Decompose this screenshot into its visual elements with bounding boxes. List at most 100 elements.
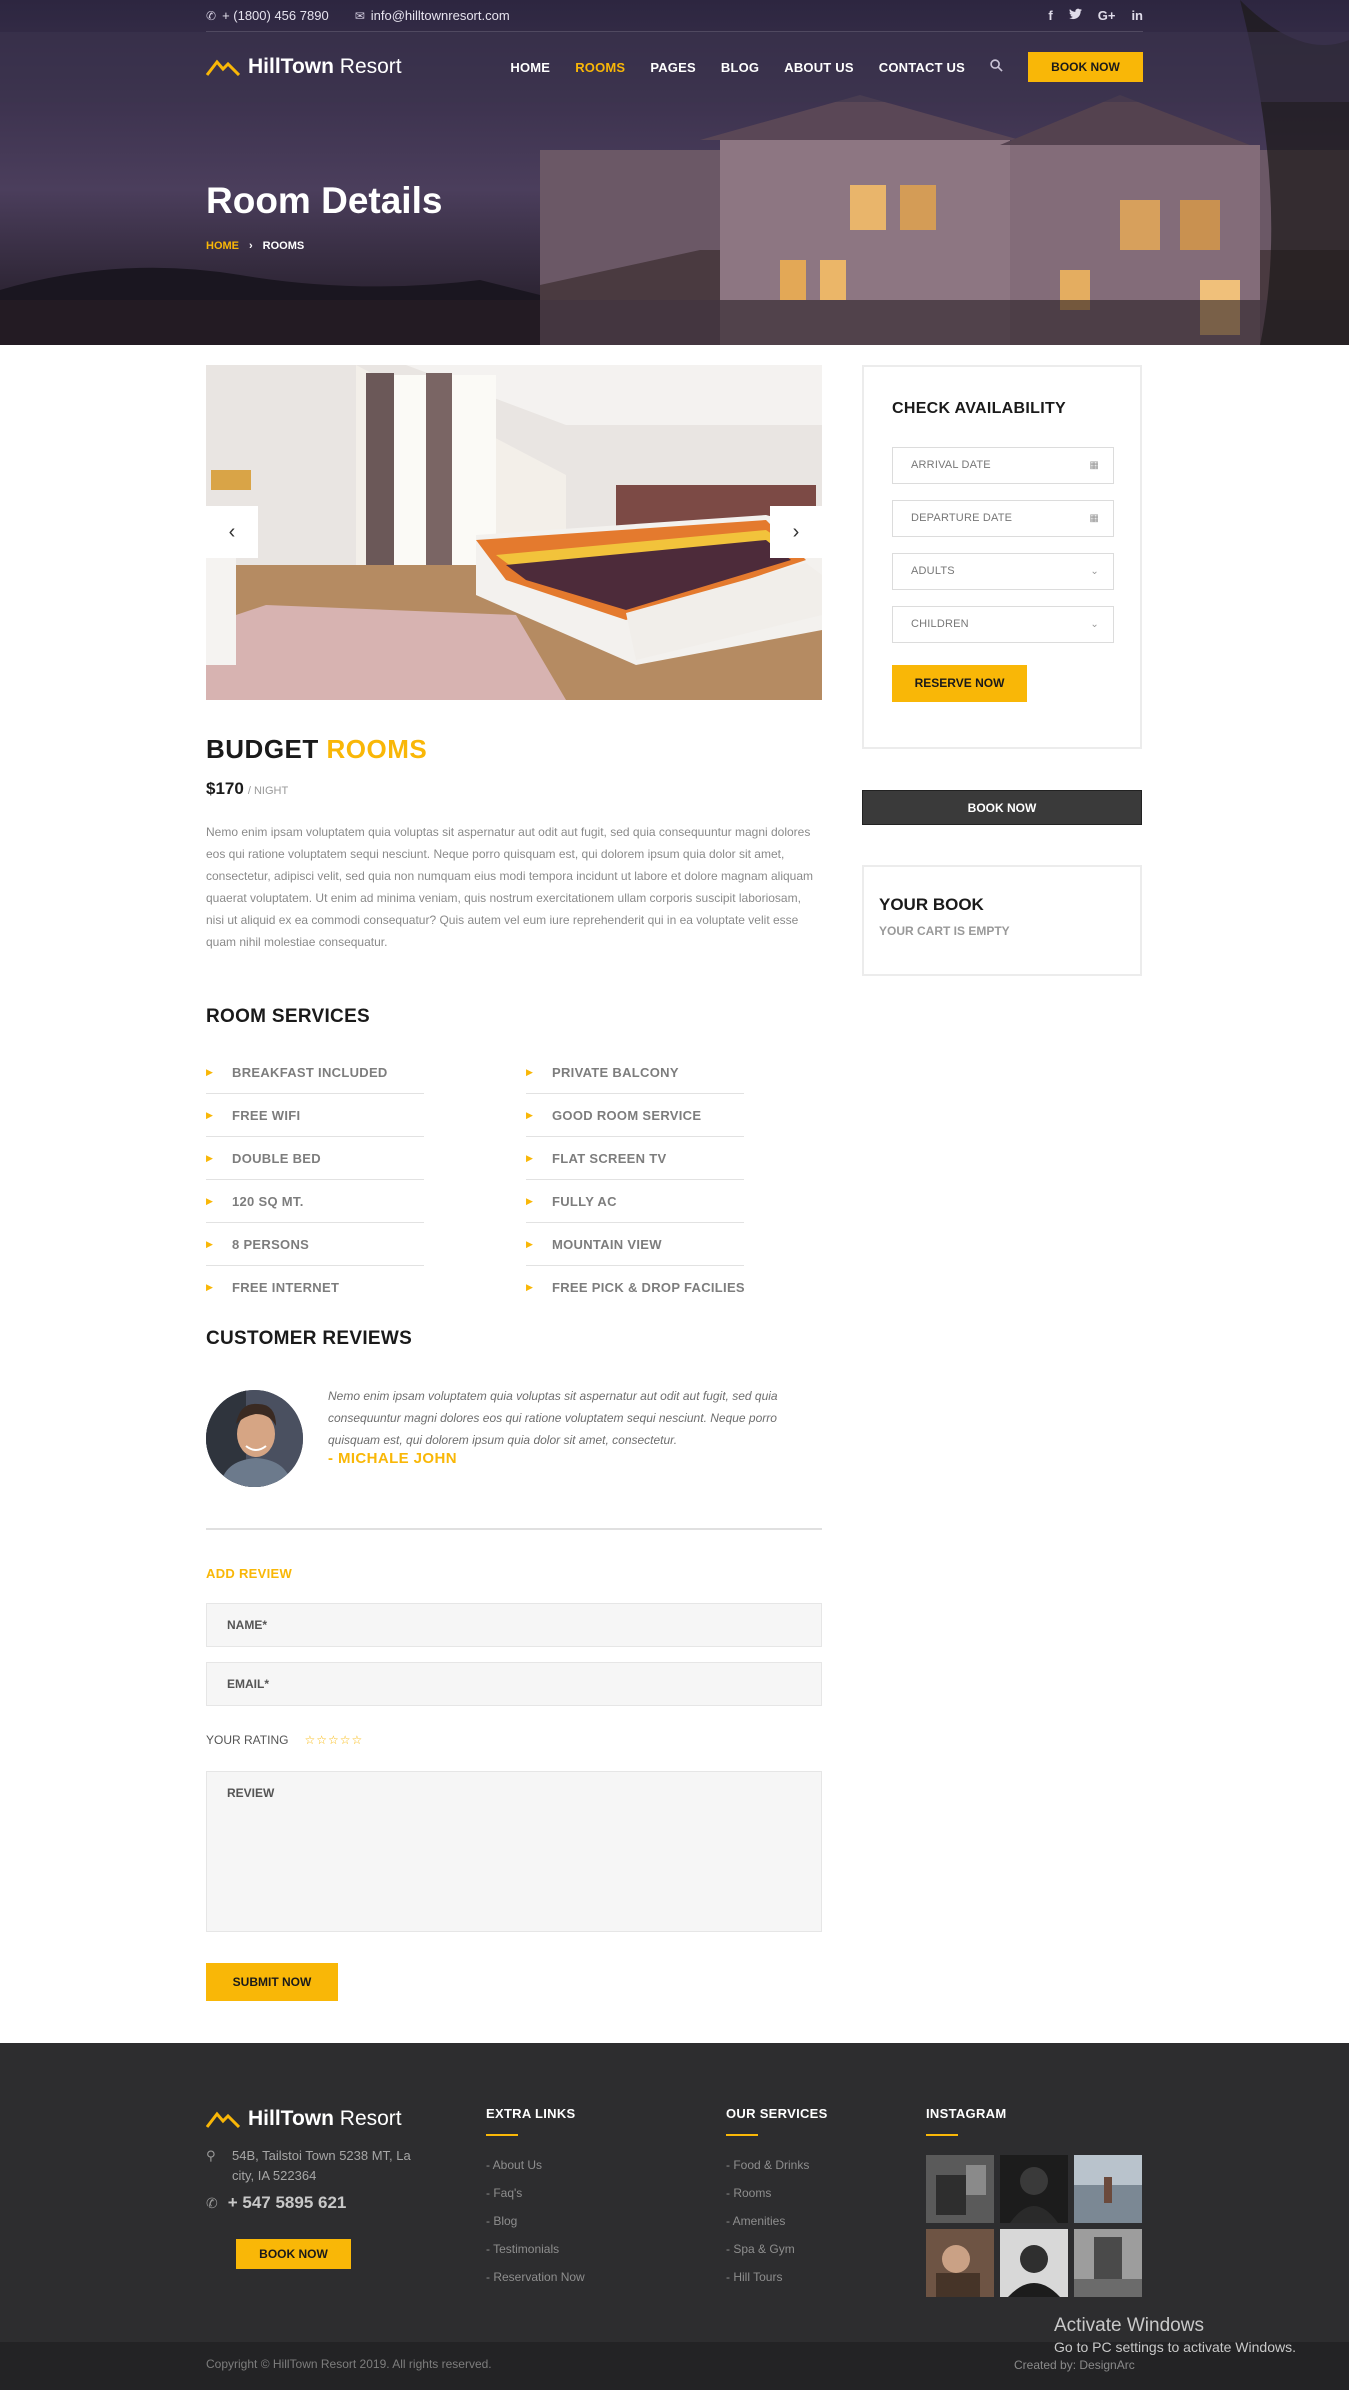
search-icon[interactable] <box>990 59 1003 75</box>
google-plus-icon[interactable]: G+ <box>1098 8 1116 23</box>
nav-item-about-us[interactable]: ABOUT US <box>784 60 854 75</box>
departure-date-field[interactable]: DEPARTURE DATE ▦ <box>892 500 1114 537</box>
service-label: GOOD ROOM SERVICE <box>552 1108 702 1123</box>
footer-link-hill-tours[interactable]: - Hill Tours <box>726 2270 782 2284</box>
review-textarea[interactable]: REVIEW <box>206 1771 822 1932</box>
facebook-icon[interactable]: f <box>1048 8 1052 23</box>
nav-item-home[interactable]: HOME <box>510 60 550 75</box>
instagram-photo[interactable] <box>926 2155 994 2223</box>
footer-link-rooms[interactable]: - Rooms <box>726 2186 771 2200</box>
phone-text: + (1800) 456 7890 <box>222 8 329 23</box>
service-label: FLAT SCREEN TV <box>552 1151 667 1166</box>
star-icon[interactable]: ☆☆☆☆☆ <box>304 1733 363 1747</box>
instagram-photo[interactable] <box>1000 2155 1068 2223</box>
chevron-left-icon: ‹ <box>228 520 236 543</box>
footer-phone-text: + 547 5895 621 <box>227 2193 347 2212</box>
service-item: ▶ FREE WIFI <box>206 1094 424 1137</box>
phone-icon: ✆ <box>206 2195 218 2211</box>
extra-links-title: EXTRA LINKS <box>486 2106 576 2121</box>
room-price: $170/ NIGHT <box>206 779 288 799</box>
caret-right-icon: ▶ <box>526 1067 534 1077</box>
address-text: 54B, Tailstoi Town 5238 MT, La city, IA … <box>232 2148 411 2183</box>
room-image-slider: ‹ › <box>206 365 822 700</box>
footer: HillTown Resort ⚲ 54B, Tailstoi Town 523… <box>0 2043 1349 2342</box>
adults-select[interactable]: ADULTS ⌄ <box>892 553 1114 590</box>
footer-logo[interactable]: HillTown Resort <box>206 2107 402 2131</box>
instagram-photo[interactable] <box>1000 2229 1068 2297</box>
availability-title: CHECK AVAILABILITY <box>892 400 1066 417</box>
logo-text-bold: HillTown <box>248 55 334 78</box>
name-field[interactable]: NAME* <box>206 1603 822 1647</box>
service-item: ▶ FREE INTERNET <box>206 1266 424 1309</box>
nav-item-pages[interactable]: PAGES <box>650 60 696 75</box>
footer-link-reservation[interactable]: - Reservation Now <box>486 2270 585 2284</box>
created-by-text: Created by: DesignArc <box>1014 2358 1135 2372</box>
footer-link-amenities[interactable]: - Amenities <box>726 2214 785 2228</box>
instagram-photo[interactable] <box>926 2229 994 2297</box>
children-select[interactable]: CHILDREN ⌄ <box>892 606 1114 643</box>
footer-logo-bold: HillTown <box>248 2107 334 2130</box>
breadcrumb-separator: › <box>249 240 253 252</box>
arrival-date-field[interactable]: ARRIVAL DATE ▦ <box>892 447 1114 484</box>
footer-book-now-button[interactable]: BOOK NOW <box>236 2239 351 2269</box>
caret-right-icon: ▶ <box>206 1196 214 1206</box>
submit-review-button[interactable]: SUBMIT NOW <box>206 1963 338 2001</box>
service-item: ▶ MOUNTAIN VIEW <box>526 1223 744 1266</box>
nav-item-contact-us[interactable]: CONTACT US <box>879 60 965 75</box>
slider-next-button[interactable]: › <box>770 506 822 558</box>
service-item: ▶ FLAT SCREEN TV <box>526 1137 744 1180</box>
linkedin-icon[interactable]: in <box>1131 8 1143 23</box>
twitter-icon[interactable] <box>1068 8 1082 23</box>
caret-right-icon: ▶ <box>526 1282 534 1292</box>
slider-prev-button[interactable]: ‹ <box>206 506 258 558</box>
email-field[interactable]: EMAIL* <box>206 1662 822 1706</box>
avatar <box>206 1390 303 1487</box>
nav-menu: HOME ROOMS PAGES BLOG ABOUT US CONTACT U… <box>510 52 1143 82</box>
caret-right-icon: ▶ <box>526 1110 534 1120</box>
email-link[interactable]: ✉ info@hilltownresort.com <box>355 8 510 23</box>
service-label: FULLY AC <box>552 1194 617 1209</box>
service-item: ▶ BREAKFAST INCLUDED <box>206 1051 424 1094</box>
chevron-right-icon: › <box>792 520 800 543</box>
instagram-photo[interactable] <box>1074 2155 1142 2223</box>
reserve-now-button[interactable]: RESERVE NOW <box>892 665 1027 702</box>
site-logo[interactable]: HillTown Resort <box>206 55 402 79</box>
children-value: CHILDREN <box>911 618 969 630</box>
footer-link-about-us[interactable]: - About Us <box>486 2158 542 2172</box>
mountain-logo-icon <box>206 2111 240 2128</box>
footer-link-food-drinks[interactable]: - Food & Drinks <box>726 2158 809 2172</box>
service-item: ▶ FULLY AC <box>526 1180 744 1223</box>
email-text: info@hilltownresort.com <box>370 8 510 23</box>
footer-logo-light: Resort <box>333 2107 402 2130</box>
footer-link-testimonials[interactable]: - Testimonials <box>486 2242 559 2256</box>
nav-item-blog[interactable]: BLOG <box>721 60 759 75</box>
envelope-icon: ✉ <box>354 9 365 23</box>
footer-link-spa-gym[interactable]: - Spa & Gym <box>726 2242 795 2256</box>
nav-item-rooms[interactable]: ROOMS <box>575 60 625 75</box>
footer-link-blog[interactable]: - Blog <box>486 2214 517 2228</box>
caret-right-icon: ▶ <box>526 1239 534 1249</box>
phone-link[interactable]: ✆ + (1800) 456 7890 <box>206 8 329 23</box>
chevron-down-icon: ⌄ <box>1090 619 1099 630</box>
nav-book-now-button[interactable]: BOOK NOW <box>1028 52 1143 82</box>
price-value: $170 <box>206 779 244 798</box>
departure-date-placeholder: DEPARTURE DATE <box>911 512 1013 524</box>
instagram-photo[interactable] <box>1074 2229 1142 2297</box>
sidebar-book-now-button[interactable]: BOOK NOW <box>862 790 1142 825</box>
breadcrumb-home[interactable]: HOME <box>206 240 239 252</box>
service-item: ▶ GOOD ROOM SERVICE <box>526 1094 744 1137</box>
service-label: PRIVATE BALCONY <box>552 1065 679 1080</box>
caret-right-icon: ▶ <box>206 1110 214 1120</box>
map-pin-icon: ⚲ <box>206 2148 216 2163</box>
service-label: FREE INTERNET <box>232 1280 340 1295</box>
windows-activation-watermark: Activate Windows Go to PC settings to ac… <box>1054 2315 1296 2355</box>
top-bar: ✆ + (1800) 456 7890 ✉ info@hilltownresort.… <box>0 0 1349 32</box>
activate-title: Activate Windows <box>1054 2315 1204 2336</box>
calendar-icon: ▦ <box>1089 513 1099 524</box>
instagram-grid <box>926 2155 1142 2297</box>
breadcrumb: HOME › ROOMS <box>206 240 304 252</box>
instagram-title: INSTAGRAM <box>926 2106 1007 2121</box>
caret-right-icon: ▶ <box>206 1239 214 1249</box>
activate-subtitle: Go to PC settings to activate Windows. <box>1054 2339 1296 2355</box>
footer-link-faqs[interactable]: - Faq's <box>486 2186 522 2200</box>
